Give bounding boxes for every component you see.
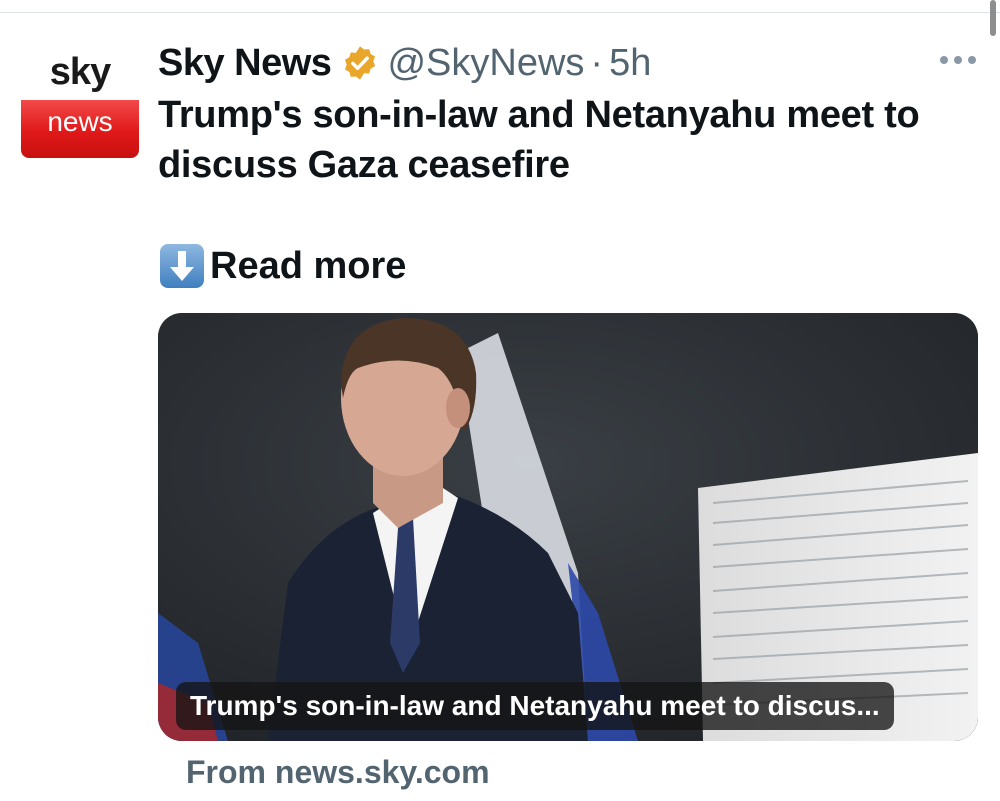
header-separator: ·: [590, 41, 604, 84]
card-title: Trump's son-in-law and Netanyahu meet to…: [176, 682, 894, 730]
verified-badge-icon: [345, 46, 376, 80]
article-photo: [158, 313, 978, 741]
link-preview-card[interactable]: Trump's son-in-law and Netanyahu meet to…: [158, 313, 978, 741]
avatar[interactable]: sky news: [21, 46, 139, 160]
post-time[interactable]: 5h: [609, 42, 651, 85]
more-horizontal-icon[interactable]: [940, 48, 976, 72]
author-name[interactable]: Sky News: [158, 42, 332, 85]
read-more-text: Read more: [210, 244, 407, 287]
post-header: Sky News @SkyNews · 5h: [158, 37, 651, 89]
author-handle[interactable]: @SkyNews: [387, 42, 584, 85]
scrollbar[interactable]: [990, 0, 996, 36]
avatar-sky-text: sky: [49, 51, 111, 93]
avatar-news-badge: news: [21, 100, 139, 158]
down-arrow-emoji-icon: [160, 244, 204, 288]
card-source-link[interactable]: From news.sky.com: [186, 748, 490, 796]
top-divider: [0, 12, 1000, 13]
avatar-news-text: news: [47, 106, 113, 137]
read-more-line: Read more: [158, 240, 406, 292]
post-text: Trump's son-in-law and Netanyahu meet to…: [158, 94, 920, 186]
